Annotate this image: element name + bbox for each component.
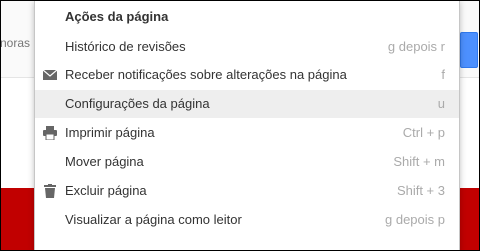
menu-item-notifications[interactable]: Receber notificações sobre alterações na… bbox=[35, 61, 459, 89]
menu-item-shortcut: g depois p bbox=[385, 212, 445, 227]
menu-item-label: Histórico de revisões bbox=[65, 39, 186, 54]
menu-item-label: Receber notificações sobre alterações na… bbox=[65, 67, 347, 82]
background-button[interactable] bbox=[460, 32, 478, 68]
menu-item-shortcut: Shift + 3 bbox=[396, 183, 445, 198]
menu-title: Ações da página bbox=[65, 9, 169, 24]
menu-item-label: Imprimir página bbox=[65, 125, 155, 140]
menu-item-shortcut: g depois r bbox=[387, 39, 445, 54]
menu-item-label: Visualizar a página como leitor bbox=[65, 212, 242, 227]
menu-item-view-as-reader[interactable]: Visualizar a página como leitor g depois… bbox=[35, 206, 459, 234]
background-text: noras bbox=[0, 36, 31, 50]
menu-item-move-page[interactable]: Mover página Shift + m bbox=[35, 148, 459, 176]
menu-item-delete-page[interactable]: Excluir página Shift + 3 bbox=[35, 177, 459, 205]
menu-item-label: Excluir página bbox=[65, 183, 147, 198]
menu-item-page-settings[interactable]: Configurações da página u bbox=[35, 90, 459, 118]
menu-item-label: Mover página bbox=[65, 154, 144, 169]
menu-item-label: Configurações da página bbox=[65, 96, 210, 111]
printer-icon bbox=[43, 126, 57, 141]
menu-item-print[interactable]: Imprimir página Ctrl + p bbox=[35, 119, 459, 147]
menu-item-shortcut: f bbox=[441, 67, 445, 82]
page-actions-menu: Ações da página Histórico de revisões g … bbox=[34, 0, 460, 251]
trash-icon bbox=[43, 184, 57, 198]
menu-item-shortcut: Ctrl + p bbox=[402, 125, 445, 140]
menu-item-revision-history[interactable]: Histórico de revisões g depois r bbox=[35, 33, 459, 61]
menu-item-shortcut: u bbox=[437, 96, 445, 111]
menu-item-shortcut: Shift + m bbox=[393, 154, 445, 169]
envelope-icon bbox=[42, 68, 58, 82]
